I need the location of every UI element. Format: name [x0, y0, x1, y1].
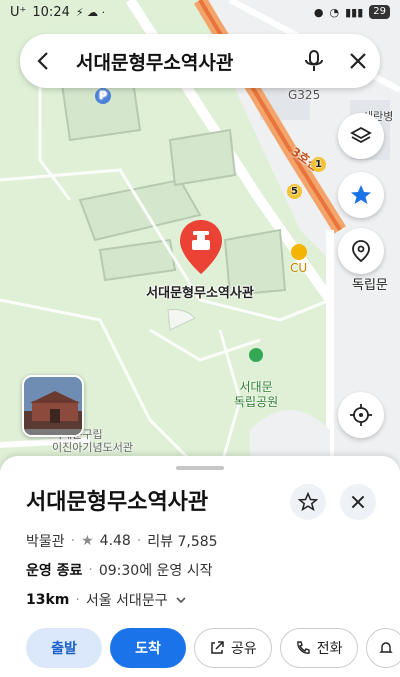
signal-icon: ▮▮▮ [345, 5, 364, 19]
layers-button[interactable] [338, 113, 384, 159]
address: 서울 서대문구 [85, 593, 168, 609]
place-details-sheet[interactable]: 서대문형무소역사관 박물관 · ★ 4.48 · 리뷰 7,585 운영 종료 … [0, 456, 400, 677]
status-bar: U⁺ 10:24 ⚡ ☁ · ● ◔ ▮▮▮ 29 [0, 0, 400, 24]
pin-label: 서대문형무소역사관 [146, 286, 254, 301]
star-outline-icon [298, 492, 318, 512]
star-icon [351, 185, 371, 204]
place-photo-thumbnail[interactable] [22, 375, 84, 437]
crosshair-icon [350, 404, 372, 426]
search-bar[interactable]: 서대문형무소역사관 [20, 34, 380, 88]
layers-icon [350, 126, 372, 144]
park-marker[interactable]: 서대문 독립공원 [234, 333, 278, 410]
back-button[interactable] [20, 34, 68, 88]
open-status: 운영 종료 [26, 563, 83, 579]
my-location-button[interactable] [338, 392, 384, 438]
open-time: 09:30에 운영 시작 [98, 563, 213, 579]
arrive-button[interactable]: 도착 [110, 628, 186, 668]
chevron-down-icon [176, 597, 186, 604]
rating-star-icon: ★ [81, 533, 94, 549]
store-marker[interactable]: CU [290, 244, 307, 275]
place-title: 서대문형무소역사관 [26, 490, 209, 515]
review-count: 리뷰 7,585 [147, 534, 218, 550]
clock: 10:24 [32, 4, 70, 20]
save-place-button[interactable] [290, 484, 326, 520]
bell-icon [378, 642, 393, 653]
battery-icon: 29 [369, 5, 390, 19]
share-label: 공유 [231, 641, 257, 657]
close-sheet-button[interactable] [340, 484, 376, 520]
share-button[interactable]: 공유 [194, 628, 272, 668]
action-buttons: 출발 도착 공유 전화 [26, 628, 400, 668]
notification-icons: ⚡ ☁ · [75, 5, 106, 19]
route-label: G325 [288, 88, 321, 102]
location-pin-icon [352, 240, 370, 263]
hours-row[interactable]: 운영 종료 · 09:30에 운영 시작 [26, 560, 213, 580]
store-label: CU [290, 261, 308, 275]
parking-icon: P [95, 88, 111, 104]
category-label: 박물관 [26, 534, 65, 550]
voice-search-button[interactable] [292, 34, 336, 88]
sheet-drag-handle[interactable] [176, 466, 224, 470]
station-label: 독립문 [352, 278, 388, 293]
place-marker-button[interactable] [338, 228, 384, 274]
phone-icon [297, 641, 310, 654]
rating-value: 4.48 [99, 533, 131, 549]
more-actions-button[interactable] [365, 628, 400, 668]
back-arrow-icon [37, 52, 48, 70]
park-label: 서대문 독립공원 [234, 380, 279, 409]
distance-address-row[interactable]: 13km · 서울 서대문구 [26, 590, 188, 610]
place-pin[interactable] [178, 218, 224, 276]
carrier-label: U⁺ [10, 4, 27, 20]
wifi-icon: ◔ [329, 5, 340, 19]
route-badge-1: 1 [311, 156, 326, 172]
close-icon [351, 495, 365, 509]
call-button[interactable]: 전화 [279, 628, 358, 668]
location-icon: ● [313, 5, 324, 19]
saved-places-button[interactable] [338, 172, 384, 218]
search-query[interactable]: 서대문형무소역사관 [68, 48, 292, 75]
distance: 13km [26, 592, 70, 608]
share-icon [211, 641, 224, 654]
route-badge-5: 5 [287, 183, 302, 199]
close-icon [350, 53, 366, 69]
mic-icon [305, 50, 323, 71]
depart-button[interactable]: 출발 [26, 628, 102, 668]
clear-search-button[interactable] [336, 34, 380, 88]
store-icon [290, 244, 307, 260]
category-rating-row: 박물관 · ★ 4.48 · 리뷰 7,585 [26, 533, 218, 550]
call-label: 전화 [316, 641, 343, 657]
park-icon [249, 348, 264, 362]
